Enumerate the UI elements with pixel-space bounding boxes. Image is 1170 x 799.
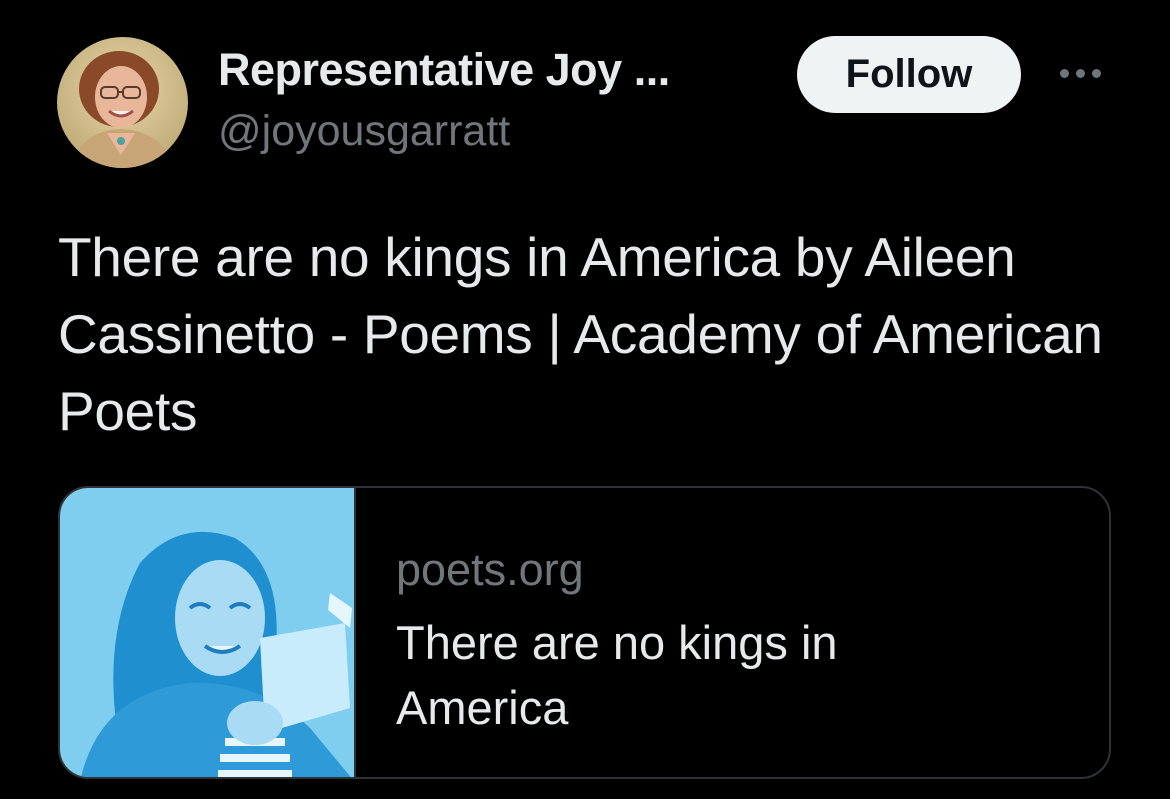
tweet-text: There are no kings in America by Aileen … [58, 226, 1103, 442]
link-card-domain: poets.org [396, 544, 584, 595]
link-card-title: There are no kings in America [396, 616, 838, 734]
link-preview-card[interactable]: poets.org There are no kings in America [58, 486, 1111, 779]
poet-portrait-image [60, 488, 354, 777]
link-card-thumbnail [60, 488, 356, 777]
more-options-icon[interactable] [1050, 58, 1110, 88]
more-dot [1091, 68, 1101, 78]
more-dot [1075, 68, 1085, 78]
author-display-name[interactable]: Representative Joy ... [218, 44, 670, 96]
tweet-post: Representative Joy ... @joyousgarratt Fo… [0, 0, 1170, 799]
author-avatar[interactable] [57, 37, 188, 168]
avatar-photo [57, 37, 188, 168]
author-handle[interactable]: @joyousgarratt [218, 107, 510, 156]
more-dot [1059, 68, 1069, 78]
follow-button[interactable]: Follow [797, 36, 1021, 113]
